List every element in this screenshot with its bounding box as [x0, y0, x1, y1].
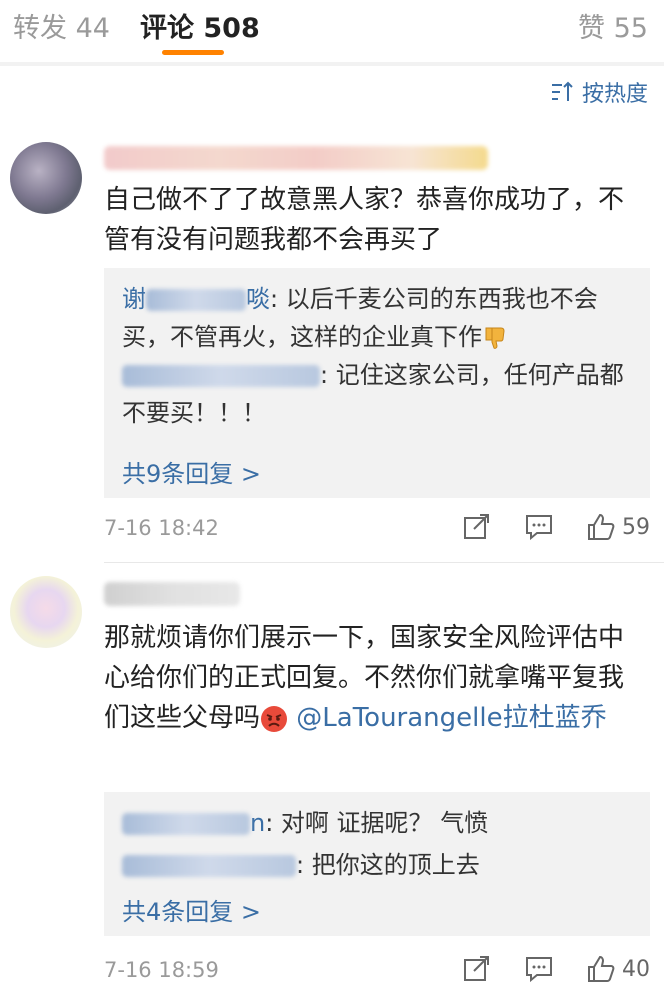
- like-count: 40: [622, 956, 650, 982]
- comment-time: 7-16 18:42: [104, 516, 219, 540]
- reply-box[interactable]: n: 对啊 证据呢？ 气愤 : 把你这的顶上去 共4条回复 >: [104, 792, 650, 936]
- mention-link[interactable]: @LaTourangelle拉杜蓝乔: [296, 703, 606, 733]
- reply-item: : 把你这的顶上去: [122, 846, 636, 884]
- reply-text: : 对啊 证据呢？ 气愤: [265, 809, 489, 837]
- like-icon[interactable]: [586, 954, 616, 984]
- reply-item: n: 对啊 证据呢？ 气愤: [122, 804, 636, 842]
- comment-time: 7-16 18:59: [104, 958, 219, 982]
- reply-username[interactable]: [122, 361, 320, 389]
- comment-text: 那就烦请你们展示一下，国家安全风险评估中心给你们的正式回复。不然你们就拿嘴平复我…: [104, 623, 625, 733]
- reply-item: 谢啖: 以后千麦公司的东西我也不会买，不管再火，这样的企业真下作: [122, 280, 636, 356]
- reply-text: : 把你这的顶上去: [296, 851, 480, 879]
- angry-face-emoji-icon: [261, 705, 288, 732]
- repost-icon[interactable]: [462, 512, 492, 542]
- reply-username[interactable]: 谢啖: [122, 285, 270, 313]
- sort-by-hot-button[interactable]: 按热度: [550, 76, 648, 108]
- like-icon[interactable]: [586, 512, 616, 542]
- reply-username[interactable]: [122, 851, 296, 879]
- comment-icon[interactable]: [524, 954, 554, 984]
- tab-like[interactable]: 赞 55: [578, 6, 648, 45]
- repost-icon[interactable]: [462, 954, 492, 984]
- divider: [104, 562, 664, 563]
- comment-actions: 59: [430, 512, 650, 542]
- sort-label: 按热度: [581, 82, 648, 107]
- view-more-replies-link[interactable]: 共9条回复 >: [122, 454, 261, 489]
- username[interactable]: [104, 146, 488, 170]
- view-more-replies-link[interactable]: 共4条回复 >: [122, 892, 261, 927]
- tab-repost[interactable]: 转发 44: [13, 6, 110, 45]
- avatar[interactable]: [10, 142, 82, 214]
- like-count: 59: [622, 514, 650, 540]
- reply-item: : 记住这家公司，任何产品都不要买！！！: [122, 356, 636, 432]
- comment-text: 自己做不了了故意黑人家？恭喜你成功了，不管有没有问题我都不会再买了: [104, 185, 625, 255]
- comment-tabs: 转发 44 评论 508 赞 55: [0, 0, 664, 63]
- tab-comment[interactable]: 评论 508: [140, 6, 260, 45]
- comment-actions: 40: [430, 954, 650, 984]
- username[interactable]: [104, 582, 240, 606]
- comment-icon[interactable]: [524, 512, 554, 542]
- reply-username[interactable]: n: [122, 809, 265, 837]
- sort-icon: [551, 81, 573, 101]
- thumbs-down-emoji-icon: [485, 327, 505, 349]
- reply-box[interactable]: 谢啖: 以后千麦公司的东西我也不会买，不管再火，这样的企业真下作 : 记住这家公…: [104, 268, 650, 498]
- divider: [0, 62, 664, 66]
- active-tab-indicator: [162, 50, 224, 55]
- avatar[interactable]: [10, 576, 82, 648]
